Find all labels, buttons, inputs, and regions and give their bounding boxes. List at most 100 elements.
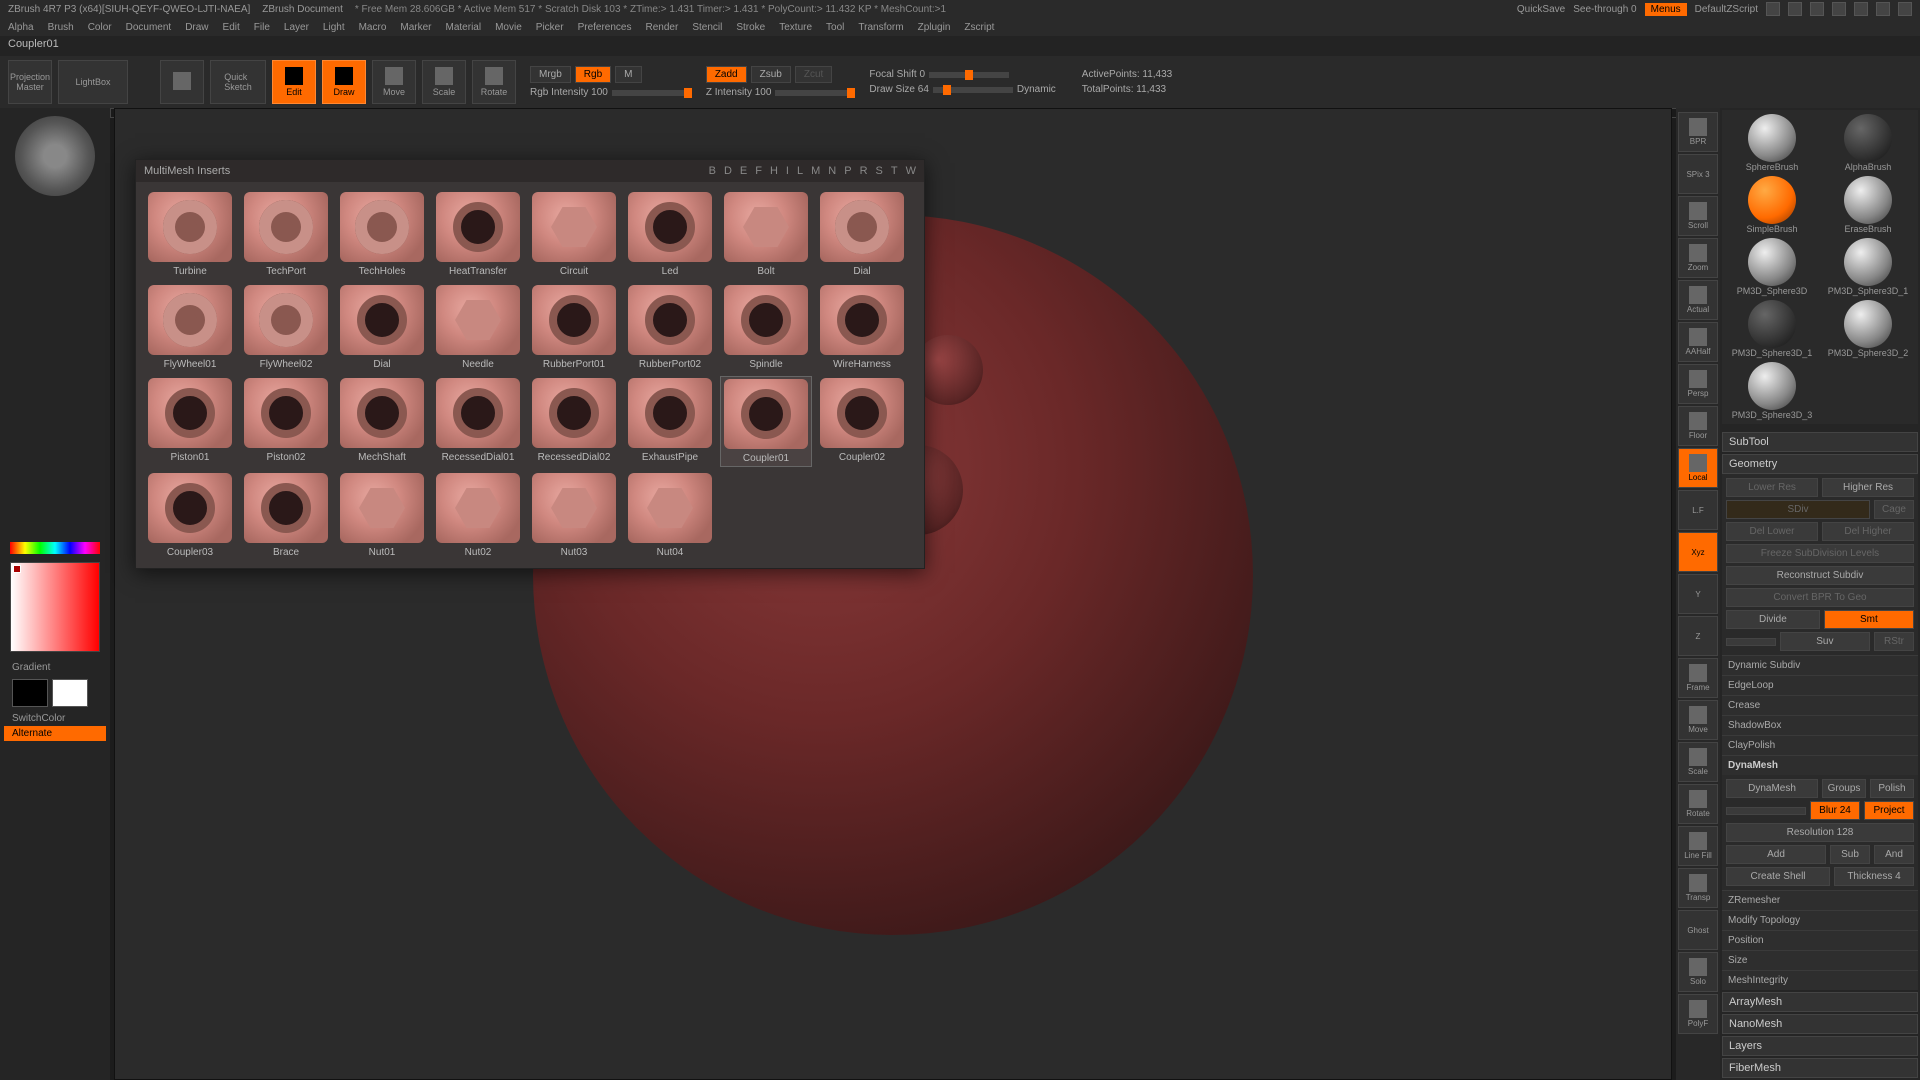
- insert-wireharness[interactable]: WireHarness: [816, 283, 908, 372]
- window-btn-3[interactable]: [1810, 2, 1824, 16]
- cage-button[interactable]: Cage: [1874, 500, 1914, 519]
- lightbox-button[interactable]: LightBox: [58, 60, 128, 104]
- menu-alpha[interactable]: Alpha: [8, 22, 34, 33]
- default-script[interactable]: DefaultZScript: [1695, 4, 1758, 15]
- insert-turbine[interactable]: Turbine: [144, 190, 236, 279]
- brush-erasebrush[interactable]: EraseBrush: [1822, 176, 1914, 234]
- brush-pm3d-4[interactable]: PM3D_Sphere3D_2: [1822, 300, 1914, 358]
- brush-pm3d-1[interactable]: PM3D_Sphere3D: [1726, 238, 1818, 296]
- filter-letter[interactable]: E: [740, 165, 747, 177]
- focal-shift-slider[interactable]: [929, 72, 1009, 78]
- fibermesh-section[interactable]: FiberMesh: [1722, 1058, 1918, 1078]
- menu-transform[interactable]: Transform: [858, 22, 903, 33]
- insert-flywheel01[interactable]: FlyWheel01: [144, 283, 236, 372]
- menu-picker[interactable]: Picker: [536, 22, 564, 33]
- rgb-button[interactable]: Rgb: [575, 66, 611, 83]
- menu-render[interactable]: Render: [646, 22, 679, 33]
- menu-draw[interactable]: Draw: [185, 22, 208, 33]
- reconstruct-subdiv-button[interactable]: Reconstruct Subdiv: [1726, 566, 1914, 585]
- suv-button[interactable]: Suv: [1780, 632, 1870, 651]
- switchcolor-button[interactable]: SwitchColor: [4, 711, 106, 726]
- maximize-button[interactable]: [1876, 2, 1890, 16]
- filter-letter[interactable]: N: [828, 165, 836, 177]
- insert-brace[interactable]: Brace: [240, 471, 332, 560]
- smt-button[interactable]: Smt: [1824, 610, 1914, 629]
- convert-bpr-button[interactable]: Convert BPR To Geo: [1726, 588, 1914, 607]
- modify-topology-section[interactable]: Modify Topology: [1722, 910, 1918, 930]
- spix-button[interactable]: SPix 3: [1678, 154, 1718, 194]
- insert-dial[interactable]: Dial: [336, 283, 428, 372]
- zadd-button[interactable]: Zadd: [706, 66, 747, 83]
- minimize-button[interactable]: [1854, 2, 1868, 16]
- actual-button[interactable]: Actual: [1678, 280, 1718, 320]
- meshintegrity-section[interactable]: MeshIntegrity: [1722, 970, 1918, 990]
- insert-techholes[interactable]: TechHoles: [336, 190, 428, 279]
- menu-color[interactable]: Color: [88, 22, 112, 33]
- filter-letter[interactable]: R: [860, 165, 868, 177]
- z-intensity-slider[interactable]: [775, 90, 855, 96]
- filter-letter[interactable]: L: [797, 165, 803, 177]
- filter-letter[interactable]: D: [724, 165, 732, 177]
- z-button[interactable]: Z: [1678, 616, 1718, 656]
- zoom-button[interactable]: Zoom: [1678, 238, 1718, 278]
- insert-coupler01[interactable]: Coupler01: [720, 376, 812, 467]
- insert-exhaustpipe[interactable]: ExhaustPipe: [624, 376, 716, 467]
- filter-letter[interactable]: F: [755, 165, 762, 177]
- filter-letter[interactable]: I: [786, 165, 789, 177]
- menu-macro[interactable]: Macro: [359, 22, 387, 33]
- brush-preview[interactable]: [15, 116, 95, 196]
- geometry-section[interactable]: Geometry: [1722, 454, 1918, 474]
- solo-button[interactable]: Solo: [1678, 952, 1718, 992]
- resolution-slider[interactable]: Resolution 128: [1726, 823, 1914, 842]
- insert-piston02[interactable]: Piston02: [240, 376, 332, 467]
- alternate-button[interactable]: Alternate: [4, 726, 106, 741]
- sub-button[interactable]: Sub: [1830, 845, 1870, 864]
- move-button[interactable]: Move: [372, 60, 416, 104]
- edgeloop-section[interactable]: EdgeLoop: [1722, 675, 1918, 695]
- quicksave[interactable]: QuickSave: [1517, 4, 1565, 15]
- move-tool-button[interactable]: Move: [1678, 700, 1718, 740]
- add-button[interactable]: Add: [1726, 845, 1826, 864]
- brush-simplebrush[interactable]: SimpleBrush: [1726, 176, 1818, 234]
- sdiv-slider[interactable]: SDiv: [1726, 500, 1870, 519]
- seethrough[interactable]: See-through 0: [1573, 4, 1636, 15]
- rgb-intensity-slider[interactable]: [612, 90, 692, 96]
- menu-stencil[interactable]: Stencil: [692, 22, 722, 33]
- subtool-section[interactable]: SubTool: [1722, 432, 1918, 452]
- gradient-label[interactable]: Gradient: [4, 660, 106, 675]
- menu-preferences[interactable]: Preferences: [578, 22, 632, 33]
- freeze-subdiv-button[interactable]: Freeze SubDivision Levels: [1726, 544, 1914, 563]
- menu-file[interactable]: File: [254, 22, 270, 33]
- insert-nut03[interactable]: Nut03: [528, 471, 620, 560]
- mrgb-button[interactable]: Mrgb: [530, 66, 571, 83]
- edit-button[interactable]: Edit: [272, 60, 316, 104]
- menu-tool[interactable]: Tool: [826, 22, 844, 33]
- project-button[interactable]: Project: [1864, 801, 1914, 820]
- insert-needle[interactable]: Needle: [432, 283, 524, 372]
- window-btn-1[interactable]: [1766, 2, 1780, 16]
- insert-flywheel02[interactable]: FlyWheel02: [240, 283, 332, 372]
- frame-button[interactable]: Frame: [1678, 658, 1718, 698]
- brush-alphabrush[interactable]: AlphaBrush: [1822, 114, 1914, 172]
- insert-heattransfer[interactable]: HeatTransfer: [432, 190, 524, 279]
- insert-recesseddial02[interactable]: RecessedDial02: [528, 376, 620, 467]
- menu-zscript[interactable]: Zscript: [964, 22, 994, 33]
- insert-bolt[interactable]: Bolt: [720, 190, 812, 279]
- brush-pm3d-3[interactable]: PM3D_Sphere3D_1: [1726, 300, 1818, 358]
- scale-tool-button[interactable]: Scale: [1678, 742, 1718, 782]
- quicksketch-label[interactable]: Quick Sketch: [210, 60, 266, 104]
- crease-section[interactable]: Crease: [1722, 695, 1918, 715]
- zsub-button[interactable]: Zsub: [751, 66, 791, 83]
- rstr-button[interactable]: RStr: [1874, 632, 1914, 651]
- menu-marker[interactable]: Marker: [400, 22, 431, 33]
- persp-button[interactable]: Persp: [1678, 364, 1718, 404]
- insert-nut01[interactable]: Nut01: [336, 471, 428, 560]
- menu-brush[interactable]: Brush: [48, 22, 74, 33]
- del-lower-button[interactable]: Del Lower: [1726, 522, 1818, 541]
- menu-document[interactable]: Document: [126, 22, 172, 33]
- del-higher-button[interactable]: Del Higher: [1822, 522, 1914, 541]
- create-shell-button[interactable]: Create Shell: [1726, 867, 1830, 886]
- polish-button[interactable]: Polish: [1870, 779, 1914, 798]
- scroll-button[interactable]: Scroll: [1678, 196, 1718, 236]
- linefill-button[interactable]: Line Fill: [1678, 826, 1718, 866]
